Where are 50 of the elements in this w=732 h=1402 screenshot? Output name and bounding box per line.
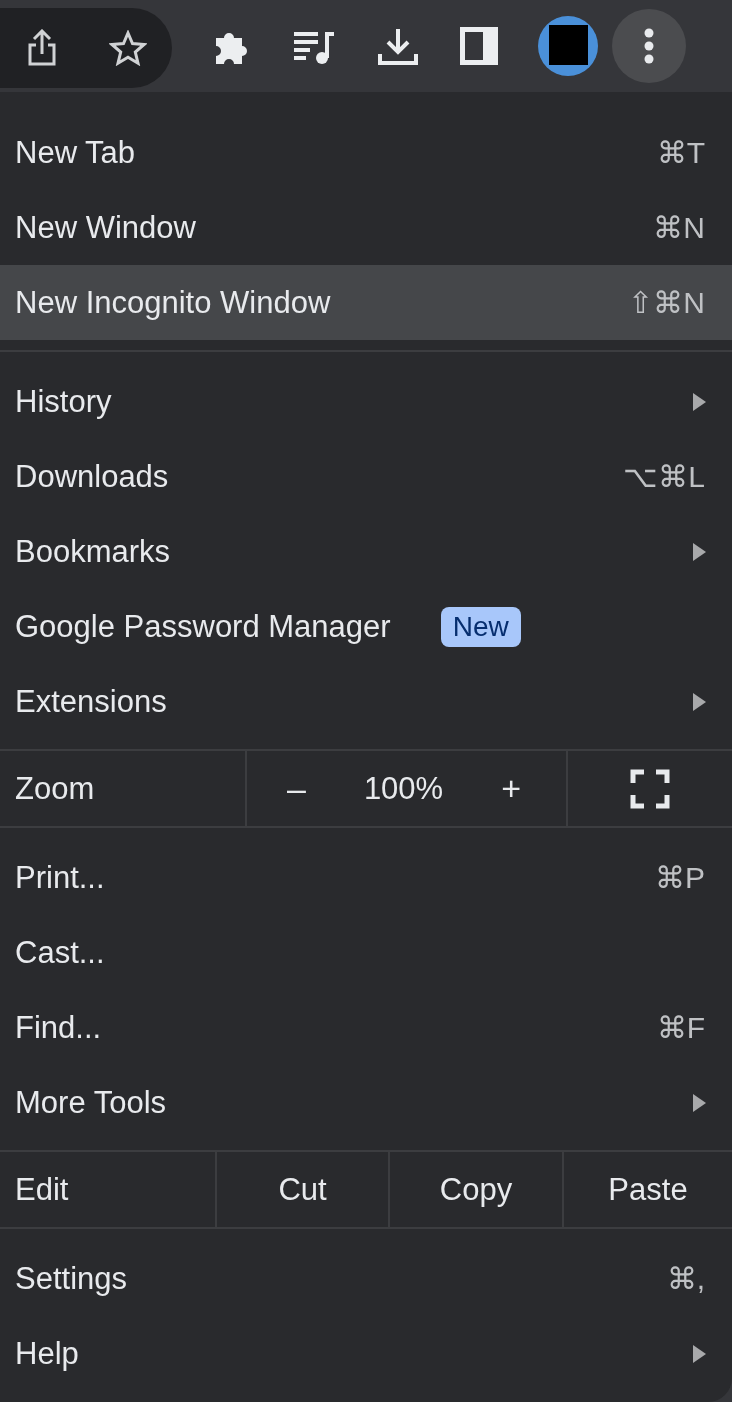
menu-item-label: Downloads	[15, 458, 169, 495]
zoom-out-button[interactable]: –	[277, 769, 316, 808]
menu-item-label: New Window	[15, 209, 196, 246]
menu-item[interactable]: Settings ⌘,	[0, 1241, 732, 1316]
menu-item[interactable]: New Window ⌘N	[0, 190, 732, 265]
menu-item[interactable]: Google Password Manager New	[0, 589, 732, 664]
menu-item-label: More Tools	[15, 1084, 167, 1121]
shortcut-text: ⌘N	[653, 210, 705, 245]
edit-action-button[interactable]: Copy	[388, 1152, 562, 1227]
new-badge: New	[440, 606, 521, 647]
edit-action-button[interactable]: Paste	[562, 1152, 732, 1227]
menu-item-label: History	[15, 383, 112, 420]
menu-item-label: New Tab	[15, 134, 136, 171]
shortcut-text: ⌘,	[666, 1261, 705, 1296]
menu-item-label: Extensions	[15, 683, 167, 720]
menu-item[interactable]: Print... ⌘P	[0, 840, 732, 915]
menu-item-label: New Incognito Window	[15, 284, 331, 321]
shortcut-text: ⌘F	[656, 1010, 705, 1045]
shortcut-text: ⌘P	[655, 860, 705, 895]
menu-item-label: Settings	[15, 1260, 127, 1297]
menu-item[interactable]: Downloads ⌥⌘L	[0, 439, 732, 514]
menu-item-label: Print...	[15, 859, 105, 896]
menu-item-label: Help	[15, 1335, 79, 1372]
menu-item[interactable]: More Tools	[0, 1065, 732, 1140]
shortcut-text: ⌥⌘L	[623, 459, 705, 494]
shortcut-text: ⌘T	[656, 135, 705, 170]
side-panel-icon[interactable]	[460, 27, 498, 65]
menu-item[interactable]: Help	[0, 1316, 732, 1391]
profile-avatar-icon[interactable]	[538, 16, 598, 76]
menu-item[interactable]: History	[0, 364, 732, 439]
menu-item[interactable]: New Incognito Window ⇧⌘N	[0, 265, 732, 340]
edit-action-button[interactable]: Cut	[215, 1152, 388, 1227]
menu-item[interactable]: New Tab ⌘T	[0, 115, 732, 190]
menu-item[interactable]: Extensions	[0, 664, 732, 739]
zoom-in-button[interactable]: +	[491, 769, 531, 808]
menu-item-label: Google Password Manager	[15, 608, 391, 645]
zoom-value: 100%	[363, 770, 444, 807]
shortcut-text: ⇧⌘N	[628, 285, 705, 320]
more-dots-icon	[644, 28, 654, 64]
menu-item[interactable]: Bookmarks	[0, 514, 732, 589]
star-icon[interactable]	[108, 30, 147, 66]
zoom-label: Zoom	[14, 769, 96, 808]
edit-label: Edit	[14, 1170, 70, 1209]
download-icon[interactable]	[376, 26, 420, 66]
menu-item[interactable]: Cast...	[0, 915, 732, 990]
menu-item[interactable]: Find... ⌘F	[0, 990, 732, 1065]
menu-item-label: Cast...	[15, 934, 105, 971]
menu-item-label: Bookmarks	[15, 533, 171, 570]
menu-item-label: Find...	[15, 1009, 102, 1046]
fullscreen-icon[interactable]	[630, 768, 670, 809]
